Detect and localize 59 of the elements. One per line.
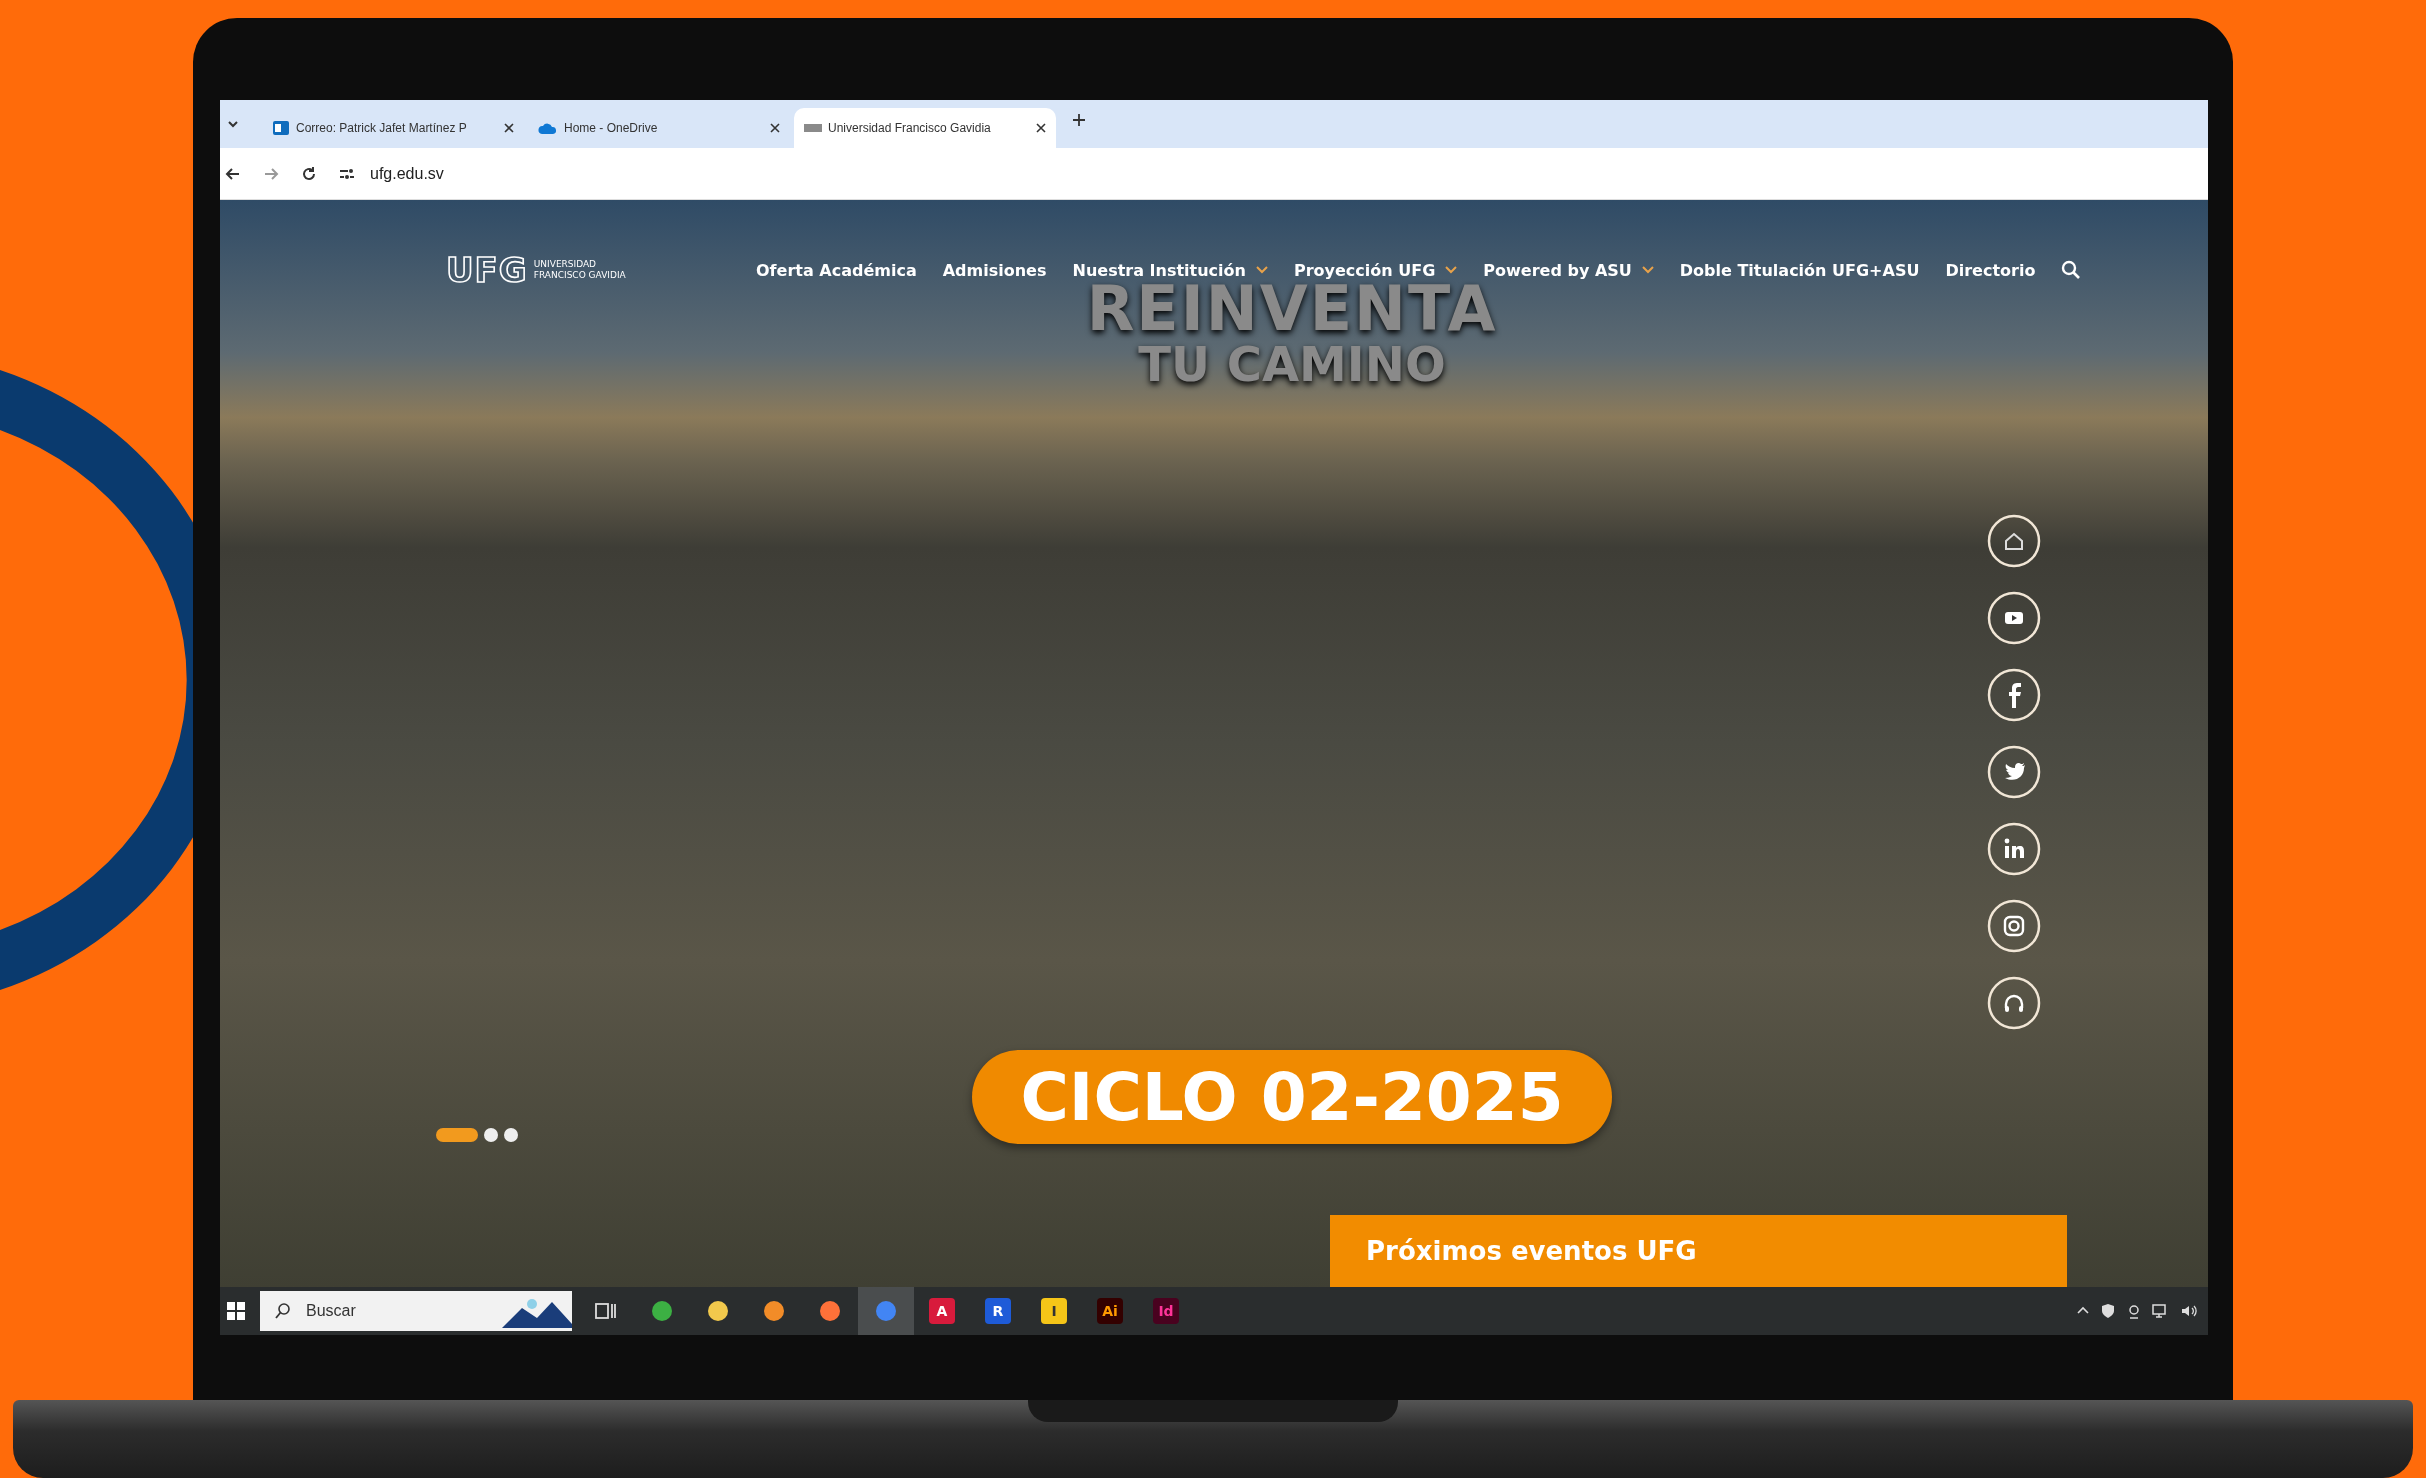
taskbar-app[interactable]: I [1026,1287,1082,1335]
nav-link[interactable]: Oferta Académica [756,260,917,280]
hero-title: TU CAMINO [1138,340,1446,388]
caret-icon[interactable] [1445,266,1458,274]
app-icon: Id [1153,1298,1179,1324]
logo-mark[interactable]: UFG [446,250,528,290]
webcam-icon[interactable] [2126,1303,2142,1319]
reload-icon[interactable] [300,164,318,183]
app-icon: Ai [1097,1298,1123,1324]
close-icon[interactable] [770,123,780,133]
new-tab-icon[interactable] [1072,113,1086,127]
taskbar-app[interactable]: Ai [1082,1287,1138,1335]
taskbar-search-bar[interactable]: Buscar [260,1291,572,1331]
app-icon: A [929,1298,955,1324]
tab-title: Universidad Francisco Gavidia [828,121,992,135]
caret-icon[interactable] [1255,266,1268,274]
headphones-icon[interactable] [1987,976,2041,1030]
app-icon: R [985,1298,1011,1324]
close-icon[interactable] [504,123,514,133]
video-icon[interactable] [1987,591,2041,645]
tab-title: Home - OneDrive [564,121,659,135]
nav-link[interactable]: Doble Titulación UFG+ASU [1679,260,1920,280]
logo-text: FRANCISCO GAVIDIA [533,270,626,281]
nav-link[interactable]: Admisiones [942,260,1047,280]
logo-text: UNIVERSIDAD [533,259,598,270]
nav-link[interactable]: Nuestra Institución [1072,260,1268,280]
caret-icon[interactable] [1641,266,1654,274]
nav-link[interactable]: Powered by ASU [1483,260,1654,280]
app-icon: I [1041,1298,1067,1324]
search-field[interactable]: Buscar [304,1301,490,1321]
close-icon[interactable] [1036,123,1046,133]
taskbar-app[interactable]: Id [1138,1287,1194,1335]
home-icon[interactable] [1987,514,2041,568]
linkedin-icon[interactable] [1987,822,2041,876]
search-icon [274,1302,292,1320]
cloud-icon [538,121,558,135]
shield-icon[interactable] [2100,1303,2116,1319]
mail-icon [272,119,290,137]
slide-indicator[interactable] [484,1128,498,1142]
tab-title: Correo: Patrick Jafet Martínez P [296,121,468,135]
nav-link[interactable]: Proyección UFG [1293,260,1458,280]
search-icon[interactable] [2061,260,2082,280]
speaker-icon[interactable] [2180,1303,2198,1319]
taskbar-app[interactable]: A [914,1287,970,1335]
nav-link[interactable]: Directorio [1945,260,2036,280]
taskbar-app[interactable]: R [970,1287,1026,1335]
browser-tab[interactable]: Correo: Patrick Jafet Martínez P [262,108,524,148]
browser-tab[interactable]: Universidad Francisco Gavidia [794,108,1056,148]
camera-icon[interactable] [1987,899,2041,953]
bird-icon[interactable] [1987,745,2041,799]
hero-badge: CICLO 02-2025 [972,1050,1612,1144]
browser-tab[interactable]: Home - OneDrive [528,108,790,148]
slide-indicator[interactable] [504,1128,518,1142]
hero-title: REINVENTA [1086,278,1498,340]
facebook-icon[interactable] [1987,668,2041,722]
slide-indicator[interactable] [436,1128,478,1142]
url-field[interactable]: ufg.edu.sv [370,164,444,183]
windows-icon[interactable] [226,1301,246,1321]
task-view-icon [595,1301,617,1321]
